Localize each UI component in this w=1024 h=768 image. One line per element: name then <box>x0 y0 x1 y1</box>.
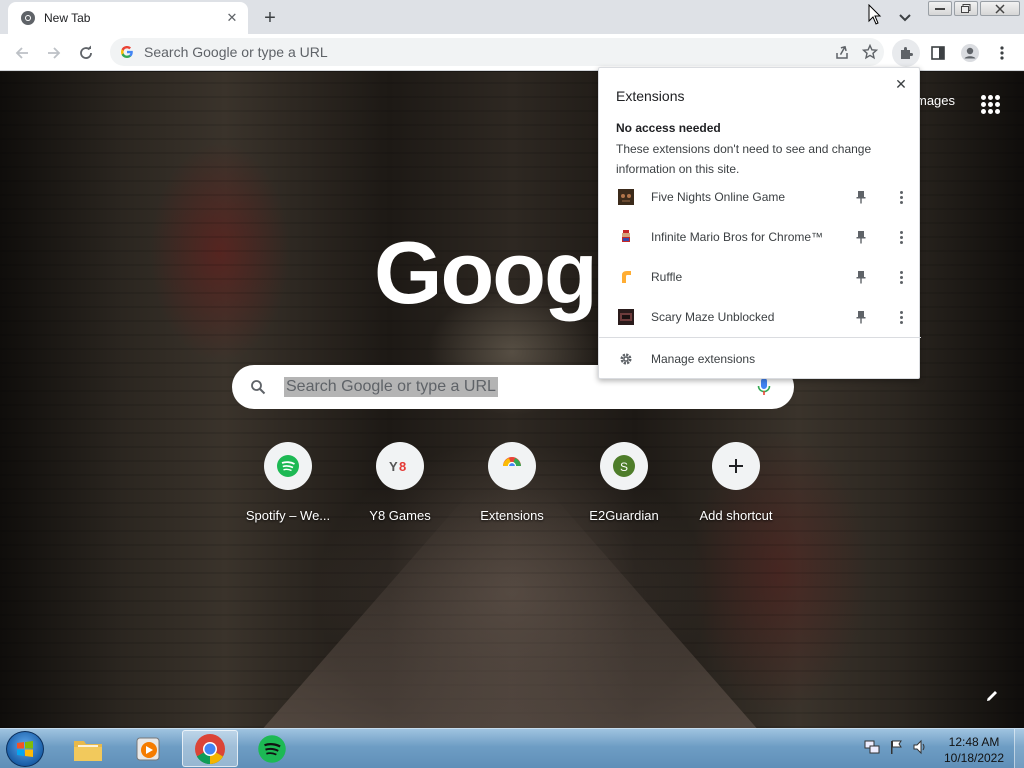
y8-icon: Y8 <box>376 442 424 490</box>
search-icon <box>248 377 268 397</box>
new-tab-button[interactable]: + <box>258 6 282 30</box>
show-desktop-button[interactable] <box>1014 729 1024 768</box>
restore-button[interactable] <box>954 1 978 16</box>
ruffle-icon <box>618 269 634 285</box>
extensions-popup-title: Extensions <box>616 88 685 104</box>
tab-new-tab[interactable]: New Tab ✕ <box>8 2 248 34</box>
more-options-icon[interactable] <box>893 189 909 205</box>
gear-icon <box>618 351 634 367</box>
shortcut-label: Add shortcut <box>699 508 773 523</box>
shortcut-y8-games[interactable]: Y8 Y8 Games <box>344 442 456 523</box>
google-logo: Googl <box>374 223 620 322</box>
browser-toolbar: Search Google or type a URL <box>0 34 1024 71</box>
extensions-puzzle-icon[interactable] <box>892 39 920 67</box>
chrome-icon <box>195 733 225 764</box>
more-options-icon[interactable] <box>893 309 909 325</box>
extension-item[interactable]: Scary Maze Unblocked <box>599 297 921 337</box>
scary-maze-icon <box>618 309 634 325</box>
popup-divider <box>599 337 921 338</box>
close-icon[interactable]: ✕ <box>891 74 911 94</box>
e2guardian-letter: S <box>619 459 628 474</box>
chrome-menu-icon[interactable] <box>988 39 1016 67</box>
clock-date: 10/18/2022 <box>943 751 1005 765</box>
extensions-popup: Extensions ✕ No access needed These exte… <box>598 67 921 379</box>
shortcut-e2guardian[interactable]: S E2Guardian <box>568 442 680 523</box>
profile-avatar-icon[interactable] <box>956 39 984 67</box>
taskbar-media-player[interactable] <box>120 730 176 767</box>
system-tray <box>864 739 928 755</box>
no-access-heading: No access needed <box>616 121 721 135</box>
mouse-cursor-icon <box>868 4 882 25</box>
five-nights-icon <box>618 189 634 205</box>
ntp-search-placeholder: Search Google or type a URL <box>284 377 498 397</box>
svg-text:8: 8 <box>399 459 406 474</box>
close-tab-icon[interactable]: ✕ <box>222 8 242 28</box>
folder-icon <box>74 740 102 761</box>
taskbar-spotify[interactable] <box>244 730 300 767</box>
taskbar-chrome[interactable] <box>182 730 238 767</box>
media-player-icon <box>136 737 160 760</box>
no-access-description: These extensions don't need to see and c… <box>616 142 872 176</box>
manage-extensions-button[interactable]: Manage extensions <box>599 343 921 375</box>
close-window-button[interactable] <box>980 1 1020 16</box>
more-options-icon[interactable] <box>893 269 909 285</box>
extension-name: Five Nights Online Game <box>651 190 786 204</box>
taskbar-file-explorer[interactable] <box>60 730 116 767</box>
pin-icon[interactable] <box>853 189 869 205</box>
shortcut-add[interactable]: Add shortcut <box>680 442 792 523</box>
network-icon[interactable] <box>864 739 880 755</box>
chrome-favicon-icon <box>20 10 36 26</box>
window-controls <box>928 1 1022 16</box>
bookmark-star-icon[interactable] <box>856 38 884 66</box>
reload-button[interactable] <box>72 39 100 67</box>
customize-pencil-icon[interactable] <box>982 686 1002 706</box>
extension-item[interactable]: Infinite Mario Bros for Chrome™ <box>599 217 921 257</box>
extension-name: Scary Maze Unblocked <box>651 310 775 324</box>
pin-icon[interactable] <box>853 309 869 325</box>
shortcut-label: Spotify – We... <box>245 508 331 523</box>
more-options-icon[interactable] <box>893 229 909 245</box>
extension-name: Infinite Mario Bros for Chrome™ <box>651 230 824 244</box>
e2guardian-icon: S <box>600 442 648 490</box>
clock-time: 12:48 AM <box>948 735 1000 749</box>
action-center-flag-icon[interactable] <box>888 739 904 755</box>
manage-extensions-label: Manage extensions <box>651 352 756 366</box>
voice-search-mic-icon[interactable] <box>756 377 772 397</box>
mario-icon <box>618 229 634 245</box>
share-icon[interactable] <box>828 38 856 66</box>
spotify-taskbar-icon <box>258 734 286 763</box>
start-button[interactable] <box>6 731 44 767</box>
extension-item[interactable]: Ruffle <box>599 257 921 297</box>
chrome-web-store-icon <box>488 442 536 490</box>
forward-button[interactable] <box>40 39 68 67</box>
pin-icon[interactable] <box>853 229 869 245</box>
google-apps-icon[interactable] <box>978 92 1002 116</box>
shortcut-label: Y8 Games <box>369 508 431 523</box>
shortcuts-row: Spotify – We... Y8 Y8 Games Extensions S… <box>232 442 792 523</box>
tab-search-chevron-icon[interactable] <box>894 8 916 28</box>
volume-icon[interactable] <box>912 739 928 755</box>
shortcut-label: E2Guardian <box>589 508 659 523</box>
images-link[interactable]: mages <box>916 93 955 108</box>
pin-icon[interactable] <box>853 269 869 285</box>
shortcut-extensions[interactable]: Extensions <box>456 442 568 523</box>
extension-item[interactable]: Five Nights Online Game <box>599 177 921 217</box>
add-icon <box>712 442 760 490</box>
minimize-button[interactable] <box>928 1 952 16</box>
taskbar-clock[interactable]: 12:48 AM 10/18/2022 <box>940 734 1008 766</box>
windows-taskbar: 12:48 AM 10/18/2022 <box>0 728 1024 768</box>
omnibox-placeholder: Search Google or type a URL <box>144 44 328 60</box>
shortcut-spotify[interactable]: Spotify – We... <box>232 442 344 523</box>
spotify-icon <box>264 442 312 490</box>
shortcut-label: Extensions <box>480 508 544 523</box>
omnibox[interactable]: Search Google or type a URL <box>110 38 884 66</box>
google-g-icon <box>120 45 134 59</box>
svg-text:Y: Y <box>389 459 398 474</box>
side-panel-icon[interactable] <box>924 39 952 67</box>
extension-name: Ruffle <box>651 270 683 284</box>
back-button[interactable] <box>8 39 36 67</box>
tab-title: New Tab <box>44 11 91 25</box>
